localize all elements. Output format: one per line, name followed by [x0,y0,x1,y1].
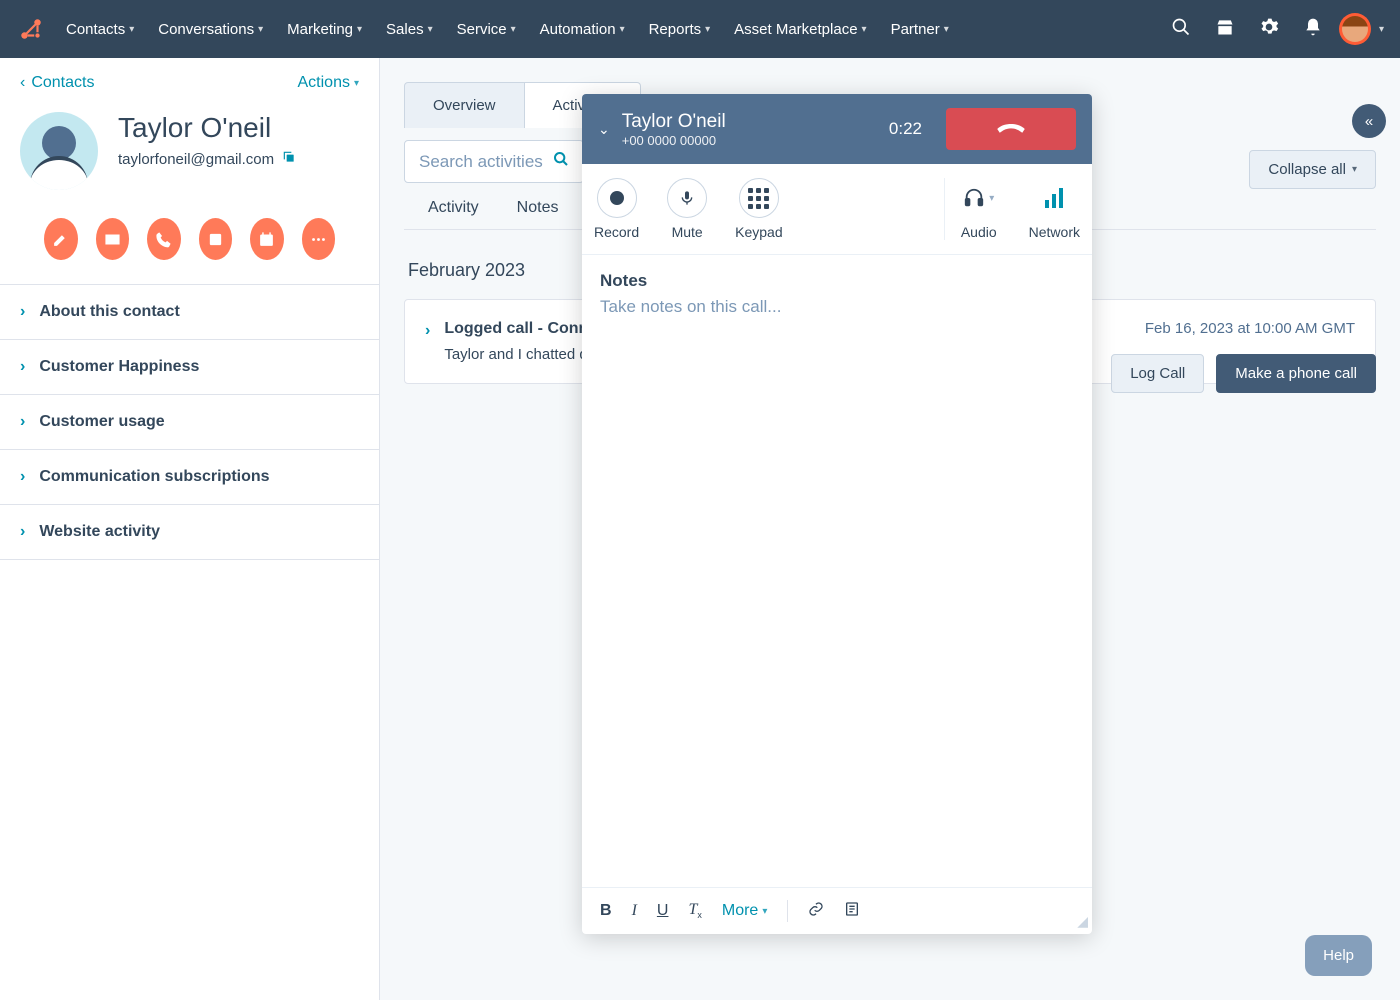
nav-automation[interactable]: Automation▾ [540,21,625,38]
accordion-website[interactable]: ›Website activity [0,504,379,560]
resize-handle[interactable]: ◢ [1077,913,1088,930]
actions-dropdown[interactable]: Actions▾ [298,74,360,92]
call-action-button[interactable] [147,218,181,260]
chevron-right-icon: › [20,523,25,541]
nav-sales[interactable]: Sales▾ [386,21,433,38]
back-to-contacts[interactable]: ‹ Contacts [20,74,94,92]
accordion-happiness[interactable]: ›Customer Happiness [0,339,379,394]
call-panel: ⌄ Taylor O'neil +00 0000 00000 0:22 Reco… [582,94,1092,934]
nav-conversations[interactable]: Conversations▾ [158,21,263,38]
task-action-button[interactable] [250,218,284,260]
search-placeholder: Search activities [419,152,543,172]
accordion-about[interactable]: ›About this contact [0,284,379,339]
hubspot-logo[interactable] [16,14,46,44]
notes-title: Notes [600,271,1074,291]
chevron-right-icon: › [20,468,25,486]
collapse-call-icon[interactable]: ⌄ [598,121,610,138]
top-nav: Contacts▾ Conversations▾ Marketing▾ Sale… [0,0,1400,58]
nav-asset-marketplace[interactable]: Asset Marketplace▾ [734,21,866,38]
right-rail-toggle[interactable]: « [1352,104,1386,138]
gear-icon[interactable] [1259,17,1279,42]
note-action-button[interactable] [44,218,78,260]
call-notes-area[interactable]: Notes Take notes on this call... [582,255,1092,887]
chevron-right-icon: › [425,322,430,363]
clear-format-button[interactable]: Tx [688,901,701,920]
user-avatar[interactable] [1339,13,1371,45]
accordion-usage[interactable]: ›Customer usage [0,394,379,449]
search-icon[interactable] [1171,17,1191,42]
nav-marketing[interactable]: Marketing▾ [287,21,362,38]
chevron-right-icon: › [20,413,25,431]
network-bars-icon [1045,178,1063,218]
headset-icon: ▾ [963,178,994,218]
collapse-all-button[interactable]: Collapse all▾ [1249,150,1376,189]
more-action-button[interactable] [302,218,336,260]
editor-toolbar: B I U Tx More▾ ◢ [582,887,1092,934]
search-activities-input[interactable]: Search activities [404,140,584,183]
chevron-right-icon: › [20,303,25,321]
nav-partner[interactable]: Partner▾ [891,21,949,38]
underline-button[interactable]: U [657,902,669,920]
chevron-left-icon: ‹ [20,74,25,92]
record-button[interactable]: Record [594,178,639,240]
call-contact-name: Taylor O'neil [622,111,877,133]
toolbar-separator [787,900,788,922]
make-phone-call-button[interactable]: Make a phone call [1216,354,1376,393]
mute-button[interactable]: Mute [667,178,707,240]
user-menu-chevron[interactable]: ▾ [1379,24,1384,35]
italic-button[interactable]: I [632,902,637,920]
call-controls: Record Mute Keypad ▾ Audio Network [582,164,1092,255]
nav-reports[interactable]: Reports▾ [649,21,711,38]
log-call-button[interactable]: Log Call [1111,354,1204,393]
bold-button[interactable]: B [600,902,612,920]
copy-icon[interactable] [282,150,296,168]
accordion-subscriptions[interactable]: ›Communication subscriptions [0,449,379,504]
contact-avatar[interactable] [20,112,98,190]
notes-placeholder: Take notes on this call... [600,297,1074,317]
call-header: ⌄ Taylor O'neil +00 0000 00000 0:22 [582,94,1092,164]
audio-button[interactable]: ▾ Audio [961,178,997,240]
contact-name: Taylor O'neil [118,112,296,144]
record-icon [610,191,624,205]
help-button[interactable]: Help [1305,935,1372,976]
link-button[interactable] [808,901,824,922]
contact-sidebar: ‹ Contacts Actions▾ Taylor O'neil taylor… [0,58,380,1000]
bell-icon[interactable] [1303,17,1323,42]
email-action-button[interactable] [96,218,130,260]
nav-service[interactable]: Service▾ [457,21,516,38]
contact-quick-actions [0,210,379,284]
search-icon [553,151,569,172]
keypad-icon [739,178,779,218]
nav-items: Contacts▾ Conversations▾ Marketing▾ Sale… [66,21,1171,38]
snippet-button[interactable] [844,901,860,922]
network-button[interactable]: Network [1029,178,1080,240]
contact-email: taylorfoneil@gmail.com [118,150,296,168]
keypad-button[interactable]: Keypad [735,178,782,240]
chevron-right-icon: › [20,358,25,376]
subtab-activity[interactable]: Activity [428,199,479,217]
call-timer: 0:22 [889,119,922,139]
tab-overview[interactable]: Overview [404,82,525,128]
hangup-button[interactable] [946,108,1076,150]
log-action-button[interactable] [199,218,233,260]
more-formatting-button[interactable]: More▾ [722,902,767,920]
call-phone-number: +00 0000 00000 [622,133,877,148]
mic-icon [667,178,707,218]
marketplace-icon[interactable] [1215,17,1235,42]
nav-contacts[interactable]: Contacts▾ [66,21,134,38]
nav-icons [1171,17,1323,42]
subtab-notes[interactable]: Notes [517,199,559,217]
